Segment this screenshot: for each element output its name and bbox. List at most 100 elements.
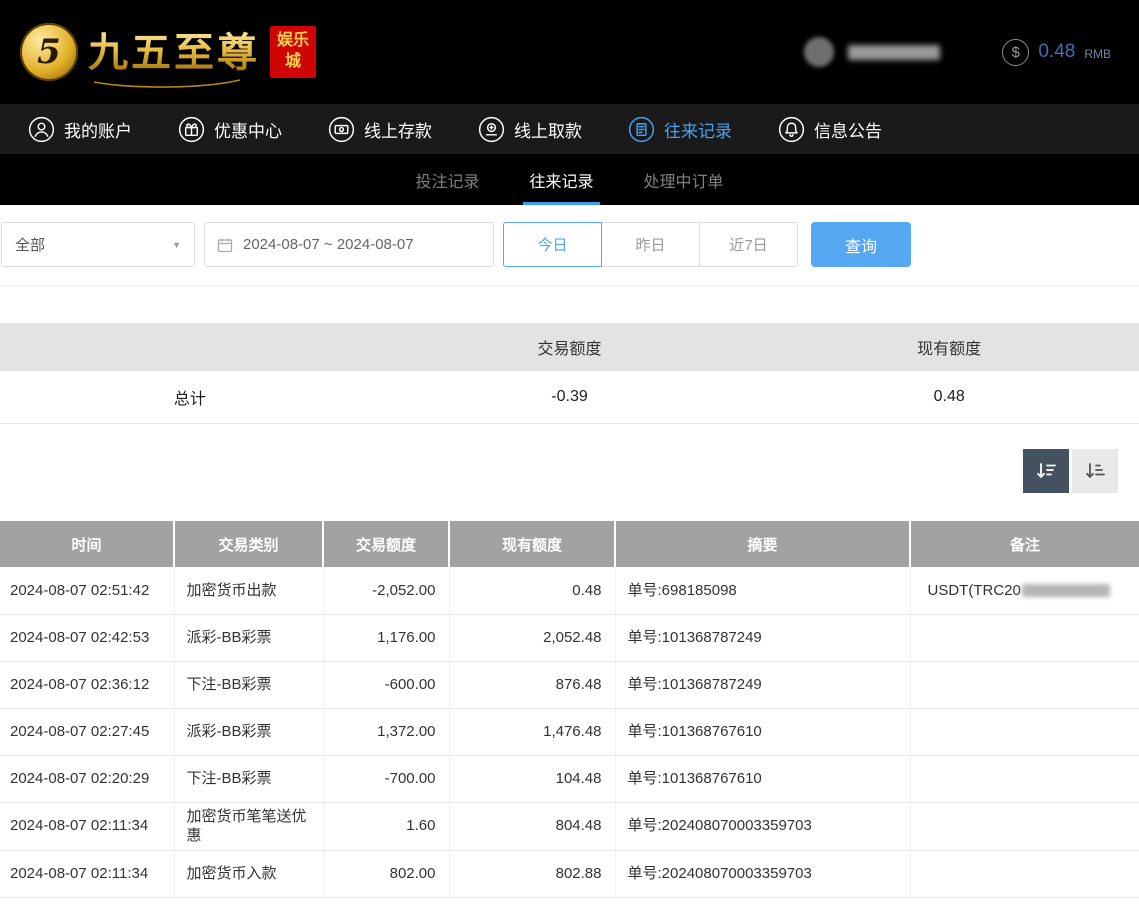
table-row: 2024-08-07 02:36:12下注-BB彩票-600.00876.48单… — [0, 661, 1139, 708]
date-range-input[interactable]: 2024-08-07 ~ 2024-08-07 — [204, 222, 494, 267]
cell-type: 加密货币出款 — [174, 567, 323, 614]
nav-label: 线上取款 — [514, 117, 582, 142]
cell-remark — [910, 802, 1139, 850]
cell-time: 2024-08-07 02:42:53 — [0, 614, 174, 661]
header-summary: 摘要 — [615, 521, 910, 567]
summary-transaction-total: -0.39 — [380, 388, 760, 406]
cell-type: 派彩-BB彩票 — [174, 708, 323, 755]
nav-label: 线上存款 — [364, 117, 432, 142]
header-amount: 交易额度 — [323, 521, 449, 567]
nav-item-promotions[interactable]: 优惠中心 — [178, 116, 282, 143]
sub-nav: 投注记录 往来记录 处理中订单 — [0, 154, 1139, 205]
logo-badge: 娱乐城 — [270, 26, 316, 78]
table-row: 2024-08-07 02:51:42加密货币出款-2,052.000.48单号… — [0, 567, 1139, 614]
calendar-icon — [217, 237, 233, 253]
summary-balance-total: 0.48 — [759, 388, 1139, 406]
cell-type: 下注-BB彩票 — [174, 755, 323, 802]
user-area: $ 0.48 RMB — [804, 37, 1111, 67]
cell-remark — [910, 661, 1139, 708]
records-table: 时间 交易类别 交易额度 现有额度 摘要 备注 2024-08-07 02:51… — [0, 521, 1139, 898]
tab-betting-records[interactable]: 投注记录 — [413, 154, 481, 205]
type-select-value: 全部 — [15, 234, 45, 255]
logo-text-wrap: 九五至尊 — [88, 20, 260, 84]
nav-item-announcements[interactable]: 信息公告 — [778, 116, 882, 143]
table-header-row: 时间 交易类别 交易额度 现有额度 摘要 备注 — [0, 521, 1139, 567]
cell-summary: 单号:202408070003359703 — [615, 802, 910, 850]
gift-icon — [178, 116, 205, 143]
header-balance: 现有额度 — [449, 521, 615, 567]
cell-summary: 单号:101368767610 — [615, 708, 910, 755]
user-icon — [28, 116, 55, 143]
summary-header-row: 交易额度 现有额度 — [0, 323, 1139, 371]
cell-remark: USDT(TRC20 — [910, 567, 1139, 614]
records-icon — [628, 116, 655, 143]
cell-type: 派彩-BB彩票 — [174, 614, 323, 661]
today-button[interactable]: 今日 — [503, 222, 602, 267]
table-body: 2024-08-07 02:51:42加密货币出款-2,052.000.48单号… — [0, 567, 1139, 897]
last-7-days-button[interactable]: 近7日 — [699, 222, 798, 267]
header-remark: 备注 — [910, 521, 1139, 567]
cell-amount: 802.00 — [323, 850, 449, 897]
sort-ascending-button[interactable] — [1072, 449, 1118, 493]
top-header: 5 九五至尊 娱乐城 $ 0.48 RMB — [0, 0, 1139, 104]
type-select[interactable]: 全部 ▼ — [1, 222, 195, 267]
table-row: 2024-08-07 02:42:53派彩-BB彩票1,176.002,052.… — [0, 614, 1139, 661]
table-row: 2024-08-07 02:11:34加密货币笔笔送优惠1.60804.48单号… — [0, 802, 1139, 850]
cell-balance: 876.48 — [449, 661, 615, 708]
cell-balance: 802.88 — [449, 850, 615, 897]
avatar[interactable] — [804, 37, 834, 67]
sort-asc-icon — [1084, 461, 1106, 481]
yesterday-button[interactable]: 昨日 — [601, 222, 700, 267]
cell-amount: 1.60 — [323, 802, 449, 850]
tab-transaction-records[interactable]: 往来记录 — [527, 154, 595, 205]
cell-type: 加密货币入款 — [174, 850, 323, 897]
tab-processing-orders[interactable]: 处理中订单 — [642, 154, 726, 205]
cell-balance: 0.48 — [449, 567, 615, 614]
nav-item-records[interactable]: 往来记录 — [628, 116, 732, 143]
sort-descending-button[interactable] — [1023, 449, 1069, 493]
filter-bar: 全部 ▼ 2024-08-07 ~ 2024-08-07 今日 昨日 近7日 查… — [0, 205, 1139, 286]
nav-label: 信息公告 — [814, 117, 882, 142]
cell-amount: -700.00 — [323, 755, 449, 802]
cell-amount: -600.00 — [323, 661, 449, 708]
nav-label: 我的账户 — [64, 117, 132, 142]
cell-amount: -2,052.00 — [323, 567, 449, 614]
cell-time: 2024-08-07 02:20:29 — [0, 755, 174, 802]
cell-remark — [910, 708, 1139, 755]
header-type: 交易类别 — [174, 521, 323, 567]
summary-header-transaction: 交易额度 — [380, 335, 760, 359]
cell-summary: 单号:101368787249 — [615, 614, 910, 661]
nav-item-withdraw[interactable]: 线上取款 — [478, 116, 582, 143]
quick-range-group: 今日 昨日 近7日 — [503, 222, 798, 267]
logo: 5 九五至尊 娱乐城 — [20, 20, 316, 84]
logo-text: 九五至尊 — [88, 20, 260, 78]
cell-remark — [910, 614, 1139, 661]
sort-bar — [0, 424, 1139, 521]
nav-item-deposit[interactable]: 线上存款 — [328, 116, 432, 143]
cell-summary: 单号:101368787249 — [615, 661, 910, 708]
cell-balance: 2,052.48 — [449, 614, 615, 661]
summary-table: 交易额度 现有额度 总计 -0.39 0.48 — [0, 323, 1139, 424]
date-range-value: 2024-08-07 ~ 2024-08-07 — [243, 236, 414, 253]
nav-label: 往来记录 — [664, 117, 732, 142]
cell-type: 下注-BB彩票 — [174, 661, 323, 708]
username-redacted[interactable] — [848, 45, 940, 60]
logo-flourish-icon — [92, 79, 242, 88]
cell-balance: 1,476.48 — [449, 708, 615, 755]
balance-currency: RMB — [1084, 47, 1111, 61]
search-button[interactable]: 查询 — [811, 222, 911, 267]
cell-time: 2024-08-07 02:51:42 — [0, 567, 174, 614]
cell-balance: 104.48 — [449, 755, 615, 802]
nav-item-my-account[interactable]: 我的账户 — [28, 116, 132, 143]
cell-amount: 1,372.00 — [323, 708, 449, 755]
cell-remark — [910, 755, 1139, 802]
cell-amount: 1,176.00 — [323, 614, 449, 661]
table-row: 2024-08-07 02:20:29下注-BB彩票-700.00104.48单… — [0, 755, 1139, 802]
withdraw-icon — [478, 116, 505, 143]
cell-time: 2024-08-07 02:11:34 — [0, 802, 174, 850]
cell-summary: 单号:202408070003359703 — [615, 850, 910, 897]
notice-icon — [778, 116, 805, 143]
main-nav: 我的账户 优惠中心 线上存款 线上取款 往来记录 信息公告 — [0, 104, 1139, 154]
summary-header-balance: 现有额度 — [759, 335, 1139, 359]
dollar-coin-icon: $ — [1002, 39, 1029, 66]
